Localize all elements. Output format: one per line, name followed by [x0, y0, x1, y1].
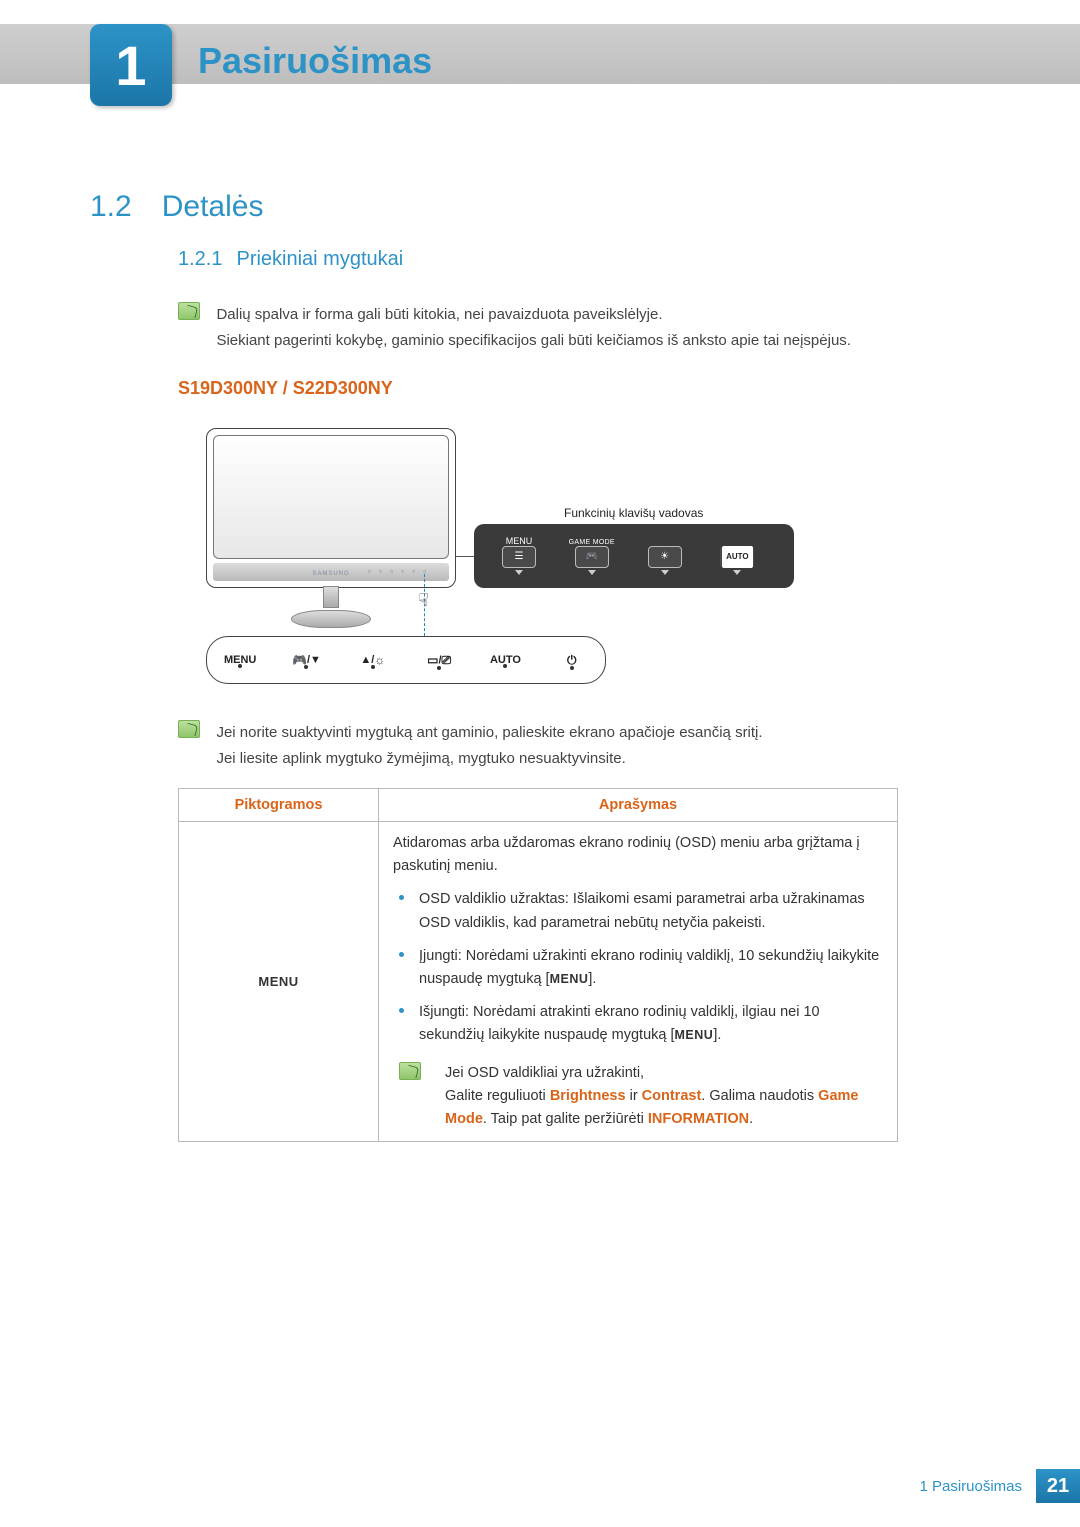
stand-base [291, 610, 371, 628]
section-number: 1.2 [90, 190, 132, 223]
inline-menu-label: MENU [550, 969, 589, 989]
brightness-keyword: Brightness [550, 1088, 626, 1104]
rect-icon: ▭ [427, 653, 438, 667]
table-header-icons: Piktogramos [179, 789, 379, 822]
subsection-title: Priekiniai mygtukai [236, 248, 403, 270]
model-heading: S19D300NY / S22D300NY [178, 378, 393, 399]
button-strip: MENU 🎮/▼ ▲/☼ ▭/⎚ AUTO ⏻ [206, 636, 606, 684]
callout-connector [456, 556, 474, 557]
brightness-icon: ☼ [374, 653, 385, 667]
page-footer: 1 Pasiruošimas 21 [919, 1469, 1080, 1503]
hand-pointer-icon: ☟ [418, 590, 429, 611]
osd-menu-label: MENU [506, 536, 533, 546]
source-icon: ⎚ [442, 653, 452, 668]
section-title: Detalės [162, 190, 264, 223]
strip-game-down: 🎮/▼ [273, 653, 339, 667]
row1-li2: Įjungti: Norėdami užrakinti ekrano rodin… [393, 945, 883, 991]
triangle-down-icon [588, 570, 596, 575]
osd-popup-auto: AUTO [702, 536, 772, 575]
chapter-number-badge: 1 [90, 24, 172, 106]
inner-note-head: Jei OSD valdikliai yra užrakinti, [445, 1065, 644, 1081]
row1-open-para: Atidaromas arba uždaromas ekrano rodinių… [393, 832, 883, 878]
monitor-stand [291, 586, 371, 628]
osd-popup-gamemode: GAME MODE 🎮 [557, 536, 627, 575]
contrast-keyword: Contrast [642, 1088, 702, 1104]
row1-inner-note: Jei OSD valdikliai yra užrakinti, Galite… [393, 1062, 883, 1132]
note-1-body: Dalių spalva ir forma gali būti kitokia,… [216, 302, 896, 353]
monitor-screen [213, 435, 449, 559]
strip-power: ⏻ [539, 653, 605, 668]
chapter-number: 1 [115, 33, 146, 98]
osd-gamemode-label: GAME MODE [569, 539, 615, 546]
osd-popup-brightness: ☀ [630, 536, 700, 575]
strip-up-brightness: ▲/☼ [340, 653, 406, 667]
row1-li1: OSD valdiklio užraktas: Išlaikomi esami … [393, 888, 883, 934]
monitor-illustration: ▫ ▫ ▫ ▫ ▫ ▫ SAMSUNG ☟ Funkcinių klavišų … [206, 428, 836, 688]
chapter-title: Pasiruošimas [198, 40, 432, 82]
table-icon-cell: MENU [179, 822, 379, 1142]
osd-popup-menu: MENU ☰ [484, 536, 554, 575]
icon-description-table: Piktogramos Aprašymas MENU Atidaromas ar… [178, 788, 898, 1142]
note-icon [399, 1062, 421, 1080]
gamepad-icon: 🎮 [575, 546, 609, 568]
note-2-line-1: Jei norite suaktyvinti mygtuką ant gamin… [216, 724, 762, 741]
table-header-desc: Aprašymas [379, 789, 898, 822]
bezel-indicators: ▫ ▫ ▫ ▫ ▫ ▫ [368, 567, 429, 576]
strip-auto: AUTO [472, 654, 538, 666]
strip-source: ▭/⎚ [406, 653, 472, 668]
osd-popup: MENU ☰ GAME MODE 🎮 ☀ AUTO [474, 524, 794, 588]
information-keyword: INFORMATION [648, 1111, 749, 1127]
brand-label: SAMSUNG [312, 571, 349, 577]
row1-li3: Išjungti: Norėdami atrakinti ekrano rodi… [393, 1001, 883, 1047]
triangle-down-icon [661, 570, 669, 575]
inline-menu-label: MENU [675, 1025, 714, 1045]
brightness-icon: ☀ [648, 546, 682, 568]
note-block-1: Dalių spalva ir forma gali būti kitokia,… [178, 302, 930, 353]
page-number: 21 [1036, 1469, 1080, 1503]
section-heading: 1.2 Detalės [90, 190, 263, 224]
footer-chapter: 1 Pasiruošimas [919, 1478, 1022, 1495]
triangle-down-icon [733, 570, 741, 575]
menu-icon: ☰ [502, 546, 536, 568]
note-2-line-2: Jei liesite aplink mygtuko žymėjimą, myg… [216, 750, 625, 767]
triangle-down-icon [515, 570, 523, 575]
note-1-line-1: Dalių spalva ir forma gali būti kitokia,… [216, 306, 662, 323]
menu-label: MENU [258, 974, 298, 989]
monitor-outline: ▫ ▫ ▫ ▫ ▫ ▫ SAMSUNG [206, 428, 456, 588]
note-icon [178, 302, 200, 320]
subsection-heading: 1.2.1 Priekiniai mygtukai [178, 248, 403, 271]
stand-neck [323, 586, 339, 608]
strip-menu: MENU [207, 654, 273, 666]
note-block-2: Jei norite suaktyvinti mygtuką ant gamin… [178, 720, 930, 773]
note-1-line-2: Siekiant pagerinti kokybę, gaminio speci… [216, 332, 851, 349]
table-row: MENU Atidaromas arba uždaromas ekrano ro… [179, 822, 898, 1142]
subsection-number: 1.2.1 [178, 248, 222, 270]
table-desc-cell: Atidaromas arba uždaromas ekrano rodinių… [379, 822, 898, 1142]
auto-icon: AUTO [720, 546, 754, 568]
guide-label: Funkcinių klavišų vadovas [564, 506, 703, 520]
note-icon [178, 720, 200, 738]
note-2-body: Jei norite suaktyvinti mygtuką ant gamin… [216, 720, 896, 773]
